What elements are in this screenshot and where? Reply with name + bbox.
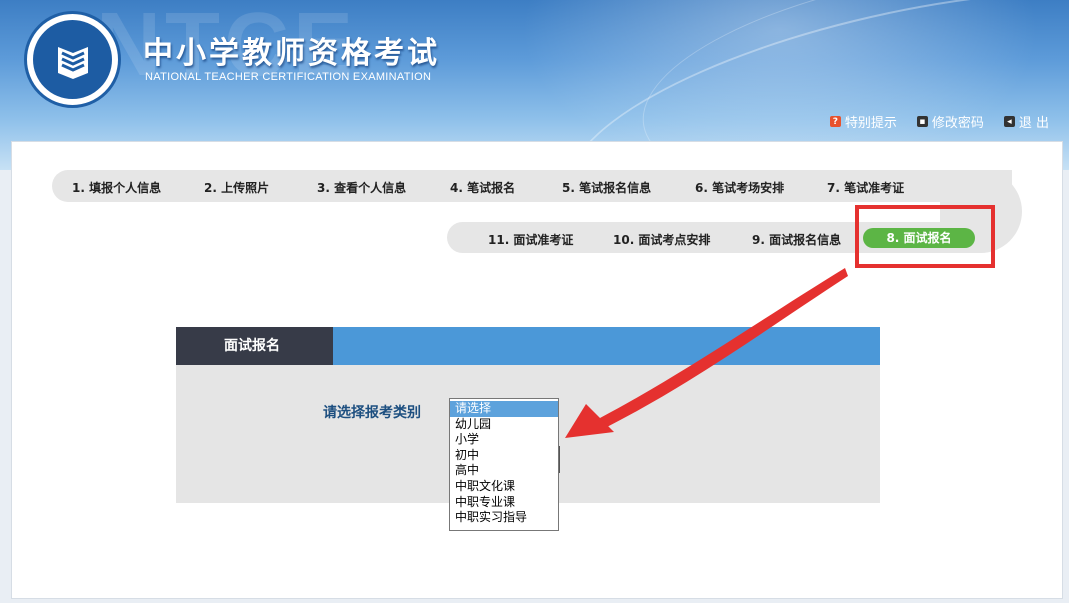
step-written-registration[interactable]: 4. 笔试报名	[450, 179, 515, 196]
step-written-exam-arrangement[interactable]: 6. 笔试考场安排	[695, 179, 784, 196]
exam-category-option[interactable]: 中职文化课	[450, 479, 558, 495]
step-upload-photo[interactable]: 2. 上传照片	[204, 179, 269, 196]
special-notice-link[interactable]: ? 特别提示	[829, 112, 897, 131]
step-view-personal-info[interactable]: 3. 查看个人信息	[317, 179, 406, 196]
step-interview-admission-ticket[interactable]: 11. 面试准考证	[488, 231, 573, 248]
exam-category-option[interactable]: 中职专业课	[450, 495, 558, 511]
annotation-highlight-box	[855, 205, 995, 268]
site-title: 中小学教师资格考试	[143, 36, 440, 71]
change-password-label: 修改密码	[931, 116, 984, 131]
site-logo	[24, 11, 121, 108]
step-interview-site-arrangement[interactable]: 10. 面试考点安排	[613, 231, 710, 248]
step-written-admission-ticket[interactable]: 7. 笔试准考证	[827, 179, 904, 196]
logout-icon: ◂	[1003, 116, 1015, 127]
exam-category-option[interactable]: 小学	[450, 432, 558, 448]
top-links: ? 特别提示 ▪ 修改密码 ◂ 退 出	[829, 112, 1049, 131]
logout-label: 退 出	[1018, 116, 1049, 131]
change-password-link[interactable]: ▪ 修改密码	[916, 112, 984, 131]
book-emblem-icon	[33, 20, 112, 99]
exam-category-dropdown-list[interactable]: 请选择 幼儿园 小学 初中 高中 中职文化课 中职专业课 中职实习指导	[449, 398, 559, 531]
exam-category-option[interactable]: 高中	[450, 463, 558, 479]
step-interview-registration-info[interactable]: 9. 面试报名信息	[752, 231, 841, 248]
form-card-title: 面试报名	[176, 327, 333, 365]
exam-category-option[interactable]: 初中	[450, 448, 558, 464]
logout-link[interactable]: ◂ 退 出	[1003, 112, 1049, 131]
password-icon: ▪	[916, 116, 928, 127]
special-notice-label: 特别提示	[844, 116, 897, 131]
exam-category-option[interactable]: 幼儿园	[450, 417, 558, 433]
exam-category-option[interactable]: 中职实习指导	[450, 510, 558, 526]
step-written-registration-info[interactable]: 5. 笔试报名信息	[562, 179, 651, 196]
exam-category-option[interactable]: 请选择	[450, 401, 558, 417]
step-fill-personal-info[interactable]: 1. 填报个人信息	[72, 179, 161, 196]
notice-icon: ?	[829, 116, 841, 127]
site-subtitle: NATIONAL TEACHER CERTIFICATION EXAMINATI…	[145, 71, 432, 83]
exam-category-label: 请选择报考类别	[323, 405, 421, 421]
